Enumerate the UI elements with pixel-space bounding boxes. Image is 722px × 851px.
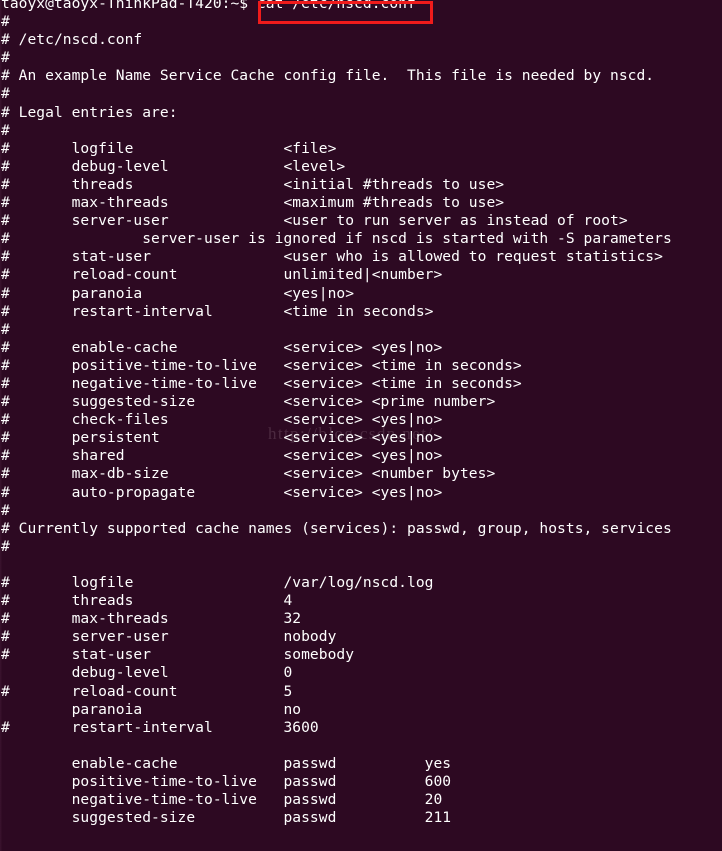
terminal-line: # Currently supported cache names (servi… (1, 519, 672, 537)
terminal-line: # server-user nobody (1, 628, 337, 646)
terminal-line: taoyx@taoyx-ThinkPad-T420:~$ cat /etc/ns… (1, 0, 416, 12)
terminal-line: # stat-user somebody (1, 646, 355, 664)
terminal-line: # max-threads <maximum #threads to use> (1, 194, 505, 212)
terminal-window[interactable]: taoyx@taoyx-ThinkPad-T420:~$ cat /etc/ns… (0, 0, 722, 851)
terminal-line: # threads 4 (1, 592, 293, 610)
terminal-line: # max-db-size <service> <number bytes> (1, 465, 496, 483)
terminal-line: # restart-interval 3600 (1, 718, 319, 736)
terminal-line: # threads <initial #threads to use> (1, 175, 505, 193)
terminal-line: # Legal entries are: (1, 103, 178, 121)
terminal-line: paranoia no (1, 700, 302, 718)
terminal-line: # An example Name Service Cache config f… (1, 67, 655, 85)
terminal-line: negative-time-to-live passwd 20 (1, 791, 443, 809)
terminal-line: # reload-count 5 (1, 682, 293, 700)
terminal-line: # (1, 537, 10, 555)
terminal-line: # (1, 320, 10, 338)
terminal-line: # (1, 13, 10, 31)
terminal-line: # (1, 85, 10, 103)
terminal-line: # (1, 49, 10, 67)
terminal-line: # enable-cache <service> <yes|no> (1, 338, 443, 356)
terminal-line: enable-cache passwd yes (1, 754, 452, 772)
terminal-line: # suggested-size <service> <prime number… (1, 393, 496, 411)
terminal-line: # shared <service> <yes|no> (1, 447, 443, 465)
terminal-line: debug-level 0 (1, 664, 293, 682)
terminal-line: # server-user <user to run server as ins… (1, 212, 628, 230)
terminal-line: # reload-count unlimited|<number> (1, 266, 443, 284)
terminal-line: # paranoia <yes|no> (1, 284, 355, 302)
terminal-line: # negative-time-to-live <service> <time … (1, 374, 522, 392)
terminal-line: # logfile /var/log/nscd.log (1, 574, 434, 591)
terminal-line: # server-user is ignored if nscd is star… (1, 230, 672, 248)
terminal-line: # restart-interval <time in seconds> (1, 302, 434, 320)
terminal-line: # (1, 121, 10, 139)
terminal-line: # debug-level <level> (1, 157, 346, 175)
terminal-line: # persistent <service> <yes|no> (1, 429, 443, 447)
terminal-output: taoyx@taoyx-ThinkPad-T420:~$ cat /etc/ns… (0, 0, 722, 827)
terminal-line: # stat-user <user who is allowed to requ… (1, 248, 663, 266)
terminal-line: # /etc/nscd.conf (1, 31, 143, 49)
terminal-line: # check-files <service> <yes|no> (1, 411, 443, 429)
terminal-line: positive-time-to-live passwd 600 (1, 773, 452, 791)
terminal-line: # logfile <file> (1, 139, 337, 157)
terminal-line: # max-threads 32 (1, 610, 302, 628)
terminal-line: # auto-propagate <service> <yes|no> (1, 483, 443, 501)
terminal-line: suggested-size passwd 211 (1, 809, 452, 827)
terminal-line: # positive-time-to-live <service> <time … (1, 356, 522, 374)
terminal-line: # (1, 501, 10, 519)
